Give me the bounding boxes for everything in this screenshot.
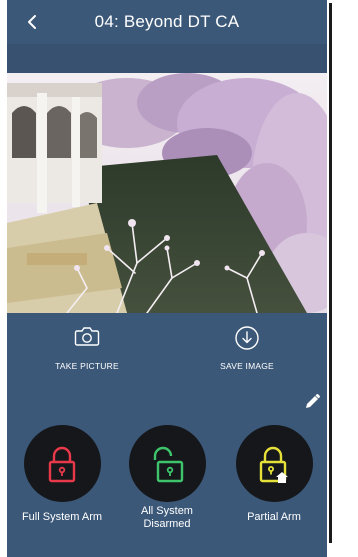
partial-arm-button[interactable]: Partial Arm xyxy=(219,425,327,524)
chevron-left-icon xyxy=(28,15,36,29)
edit-button[interactable] xyxy=(303,393,321,411)
take-picture-button[interactable]: TAKE PICTURE xyxy=(17,325,157,371)
pencil-icon xyxy=(306,394,320,408)
header-bar: 04: Beyond DT CA xyxy=(7,0,327,44)
lock-home-icon xyxy=(259,446,288,483)
camera-image xyxy=(7,73,327,313)
sub-header-bar xyxy=(7,44,327,73)
arm-mode-row: Full System Arm All System Disarmed Part… xyxy=(7,425,327,545)
lock-closed-icon xyxy=(48,446,76,482)
partial-arm-label: Partial Arm xyxy=(247,511,301,523)
lock-open-icon xyxy=(153,446,184,482)
camera-icon xyxy=(74,327,100,346)
take-picture-label: TAKE PICTURE xyxy=(55,361,119,371)
disarmed-label-line2: Disarmed xyxy=(143,518,191,530)
back-button[interactable] xyxy=(21,11,43,33)
all-system-disarmed-button[interactable]: All System Disarmed xyxy=(112,425,222,531)
scrollbar-thumb[interactable] xyxy=(329,3,332,543)
full-arm-circle xyxy=(23,425,101,502)
scrollbar[interactable] xyxy=(327,0,358,557)
full-system-arm-button[interactable]: Full System Arm xyxy=(7,425,117,524)
disarmed-circle xyxy=(128,425,206,502)
save-image-button[interactable]: SAVE IMAGE xyxy=(177,325,317,371)
save-image-label: SAVE IMAGE xyxy=(220,361,274,371)
camera-actions: TAKE PICTURE SAVE IMAGE xyxy=(7,325,327,385)
disarmed-label-line1: All System xyxy=(141,505,193,517)
download-circle-icon xyxy=(235,326,259,350)
camera-live-view[interactable] xyxy=(7,73,327,313)
app-screen: 04: Beyond DT CA TAKE PICTURE SAVE IMAGE… xyxy=(7,0,327,557)
full-arm-label: Full System Arm xyxy=(21,511,103,523)
partial-arm-circle xyxy=(235,425,313,502)
page-title: 04: Beyond DT CA xyxy=(94,12,240,31)
